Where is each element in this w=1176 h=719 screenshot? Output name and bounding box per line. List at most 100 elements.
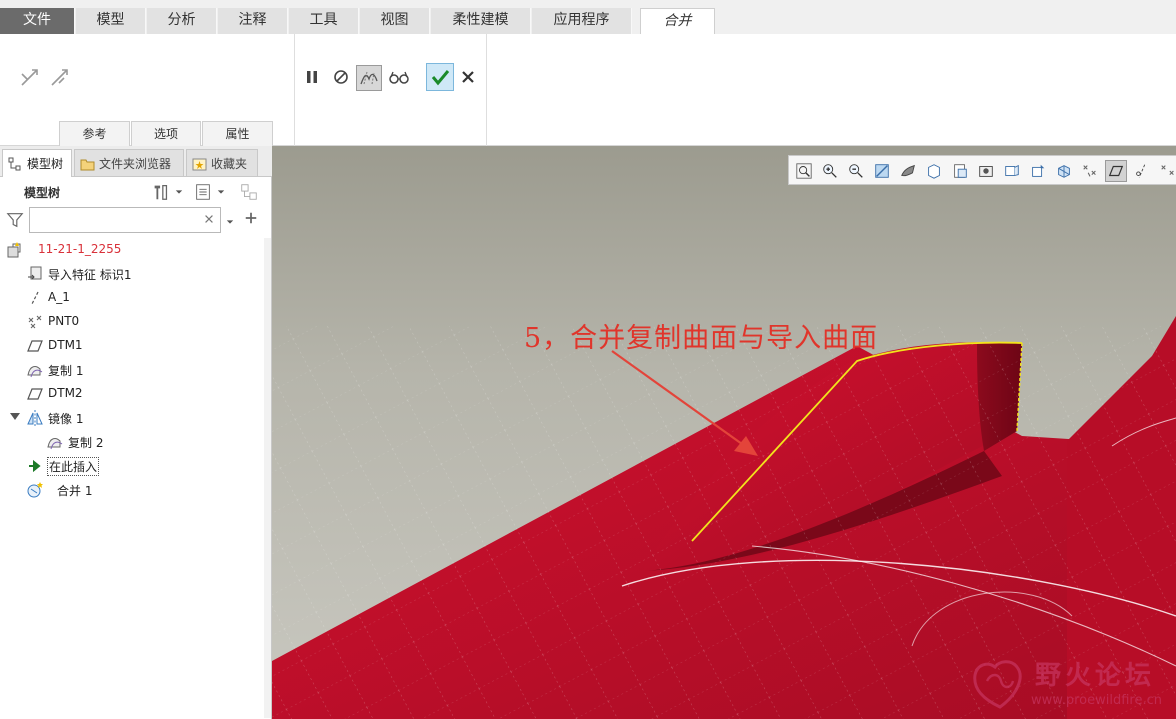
pause-icon[interactable]: [300, 65, 324, 89]
datum-display-icon[interactable]: [1053, 160, 1075, 182]
annotation-text: 5，合并复制曲面与导入曲面: [524, 323, 879, 354]
insert-here-arrow-icon: [26, 457, 44, 475]
datum-plane-icon: [26, 337, 44, 355]
zoom-in-icon[interactable]: [819, 160, 841, 182]
show-list-icon[interactable]: [192, 181, 214, 203]
annotation-display-icon[interactable]: [1027, 160, 1049, 182]
tab-file[interactable]: 文件: [0, 8, 75, 34]
tree-scrollbar[interactable]: [264, 238, 271, 718]
saved-orientation-icon[interactable]: [923, 160, 945, 182]
tree-item-root[interactable]: 11-21-1_2255: [0, 238, 262, 262]
tab-merge[interactable]: 合并: [640, 8, 715, 35]
tab-favorites-label: 收藏夹: [211, 157, 248, 171]
search-input[interactable]: [29, 207, 221, 233]
tree-item-insert-here[interactable]: 在此插入: [0, 454, 262, 478]
repaint-icon[interactable]: [871, 160, 893, 182]
plane-display-icon[interactable]: [1105, 160, 1127, 182]
tree-item-label: 复制 1: [48, 364, 84, 378]
model-tree-icon: [8, 157, 21, 171]
subtab-references[interactable]: 参考: [59, 121, 130, 146]
tab-annotate[interactable]: 注释: [218, 8, 288, 34]
swap-direction-icon[interactable]: [18, 65, 42, 89]
tree-header-label: 模型树: [24, 186, 61, 200]
mirror-icon: [26, 409, 44, 427]
chevron-down-icon[interactable]: [172, 181, 186, 203]
ribbon-panel: 参考 选项 属性: [0, 34, 1176, 146]
tree-settings-icon[interactable]: [150, 181, 172, 203]
model-tree-panel: 模型树 文件夹浏览器 收藏夹 模型树 11-21-1_2255 导入特征 标识1…: [0, 146, 272, 719]
clear-search-icon[interactable]: [203, 213, 217, 227]
axis-display-icon[interactable]: [1131, 160, 1153, 182]
tree-item-label: DTM2: [48, 386, 83, 400]
display-style-icon[interactable]: [897, 160, 919, 182]
perspective-icon[interactable]: [975, 160, 997, 182]
tree-item-axis[interactable]: A_1: [0, 286, 262, 310]
glasses-icon[interactable]: [387, 65, 411, 89]
close-icon[interactable]: [456, 65, 480, 89]
tab-folder-browser-label: 文件夹浏览器: [99, 157, 172, 171]
watermark-logo-icon: [973, 660, 1022, 709]
tree-item-copy2[interactable]: 复制 2: [0, 430, 262, 454]
watermark-title: 野火论坛: [1035, 661, 1156, 691]
tree-item-copy1[interactable]: 复制 1: [0, 358, 262, 382]
chevron-down-icon[interactable]: [214, 181, 228, 203]
add-icon[interactable]: [244, 211, 260, 227]
tab-favorites[interactable]: 收藏夹: [186, 149, 258, 177]
tree-item-label: 在此插入: [47, 457, 100, 476]
tree-item-dtm2[interactable]: DTM2: [0, 382, 262, 406]
csys-display-icon[interactable]: [1157, 160, 1176, 182]
merge-icon: [26, 481, 44, 499]
chevron-down-icon[interactable]: [226, 215, 236, 225]
tree-item-label: 镜像 1: [48, 412, 84, 426]
tree-item-label: A_1: [48, 290, 70, 304]
ribbon-separator: [486, 34, 487, 146]
tab-view[interactable]: 视图: [360, 8, 430, 34]
graphics-viewport[interactable]: 5，合并复制曲面与导入曲面 野火论坛 www.proewildfire.cn: [272, 146, 1176, 719]
tab-applications[interactable]: 应用程序: [532, 8, 632, 34]
tab-model-tree-label: 模型树: [27, 157, 64, 171]
tree-columns-icon[interactable]: [238, 181, 260, 203]
tree-item-point[interactable]: PNT0: [0, 310, 262, 334]
tab-folder-browser[interactable]: 文件夹浏览器: [74, 149, 184, 177]
datum-point-icon: [26, 313, 44, 331]
tab-model-tree[interactable]: 模型树: [2, 149, 72, 177]
tree-header: 模型树: [0, 177, 272, 207]
watermark: 野火论坛 www.proewildfire.cn: [965, 651, 1173, 715]
part-icon: [6, 241, 24, 259]
ribbon-separator: [294, 34, 295, 146]
flip-direction-icon[interactable]: [48, 65, 72, 89]
zoom-out-icon[interactable]: [845, 160, 867, 182]
tab-tools[interactable]: 工具: [289, 8, 359, 34]
ribbon-tab-strip: 文件 模型 分析 注释 工具 视图 柔性建模 应用程序 合并: [0, 0, 1176, 35]
tab-analysis[interactable]: 分析: [147, 8, 217, 34]
tree-item-merge1[interactable]: 合并 1: [0, 478, 262, 502]
checkmark-icon[interactable]: [426, 63, 454, 91]
tree-item-label: 导入特征 标识1: [48, 268, 132, 282]
tree-item-mirror1[interactable]: 镜像 1: [0, 406, 262, 430]
subtab-properties[interactable]: 属性: [202, 121, 273, 146]
verify-preview-icon[interactable]: [356, 65, 382, 91]
tree-item-import-feature[interactable]: 导入特征 标识1: [0, 262, 262, 286]
tab-model[interactable]: 模型: [76, 8, 146, 34]
watermark-url: www.proewildfire.cn: [1031, 693, 1162, 708]
expand-toggle[interactable]: [10, 413, 20, 420]
tree-item-dtm1[interactable]: DTM1: [0, 334, 262, 358]
tree-item-label: PNT0: [48, 314, 80, 328]
datum-plane-icon: [26, 385, 44, 403]
copy-surface-icon: [46, 433, 64, 451]
3d-model-scene: [272, 316, 1176, 719]
axis-icon: [26, 289, 44, 307]
copy-surface-icon: [26, 361, 44, 379]
tree-item-label: 复制 2: [68, 436, 104, 450]
spin-center-icon[interactable]: [1001, 160, 1023, 182]
import-feature-icon: [26, 265, 44, 283]
view-manager-icon[interactable]: [949, 160, 971, 182]
no-preview-icon[interactable]: [329, 65, 353, 89]
tab-flexible-modeling[interactable]: 柔性建模: [431, 8, 531, 34]
filter-icon[interactable]: [6, 211, 26, 231]
subtab-options[interactable]: 选项: [131, 121, 201, 146]
refit-icon[interactable]: [793, 160, 815, 182]
filter-row: [0, 207, 272, 237]
point-display-icon[interactable]: [1079, 160, 1101, 182]
favorites-icon: [192, 158, 207, 171]
